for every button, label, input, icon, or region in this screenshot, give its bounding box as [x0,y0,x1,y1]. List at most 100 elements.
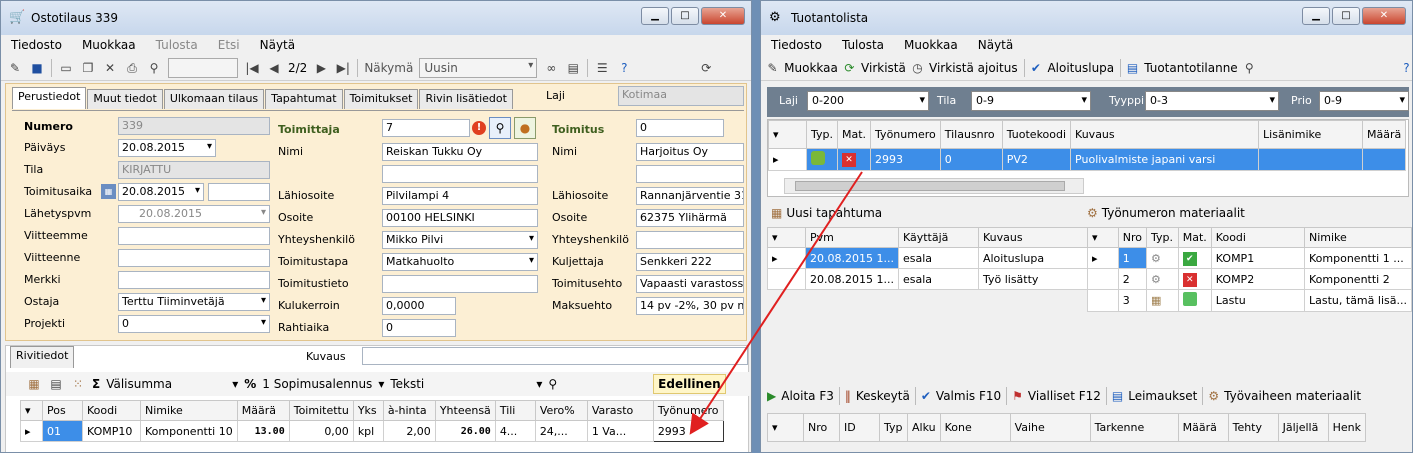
tuotantotilanne-button[interactable]: Tuotantotilanne [1144,61,1238,75]
virkista-button[interactable]: Virkistä [861,61,906,75]
help-icon[interactable]: ? [616,60,632,76]
table-row[interactable]: 2 ⚙ ✕ KOMP2 Komponentti 2 [1087,268,1412,290]
row-selector[interactable] [767,268,806,290]
supplier-osoite-field[interactable]: 00100 HELSINKI [382,209,538,227]
contact-icon[interactable]: ● [514,117,536,139]
row-selector[interactable]: ▸ [768,148,807,171]
col-henk[interactable]: Henk [1327,413,1366,442]
dropdown-icon[interactable]: ▾ [378,377,384,391]
table-row[interactable]: ▸ ✕ 2993 0 PV2 Puolivalmiste japani vars… [768,148,1407,171]
print-icon[interactable]: ⎙ [124,60,140,76]
cell-pos[interactable]: 01 [42,420,83,442]
supplier-nimi-field[interactable]: Reiskan Tukku Oy [382,143,538,161]
col-toimitettu[interactable]: Toimitettu [288,400,354,421]
toimitus-field[interactable]: 0 [636,119,724,137]
cell-kuvaus[interactable]: Työ lisätty [977,268,1093,290]
tab-rivin-lisatiedot[interactable]: Rivin lisätiedot [419,89,513,109]
edellinen-button[interactable]: Edellinen [653,374,726,394]
cell-nimike[interactable]: Komponentti 10 [140,420,238,442]
menu-tulosta[interactable]: Tulosta [156,38,198,52]
refresh-icon[interactable]: ⟳ [698,60,714,76]
table-row[interactable]: ▸ 1 ⚙ ✔ KOMP1 Komponentti 1 ... [1087,247,1412,269]
tyovaiheen-materiaalit-button[interactable]: Työvaiheen materiaalit [1224,389,1361,403]
menu-nayta[interactable]: Näytä [978,38,1014,52]
tab-ulkomaan-tilaus[interactable]: Ulkomaan tilaus [163,89,265,109]
table-row[interactable]: 3 ▦ Lastu Lastu, tämä lisä... [1087,289,1412,312]
toimittaja-field[interactable]: 7 [382,119,470,137]
col-lisanimike[interactable]: Lisänimike [1258,120,1364,149]
teksti-select[interactable]: Teksti [390,377,530,391]
projekti-select[interactable]: 0 [118,315,270,333]
aloita-button[interactable]: Aloita F3 [781,389,834,403]
filter-prio-select[interactable]: 0-9 [1319,91,1409,111]
cell-kuvaus[interactable]: Puolivalmiste japani varsi [1070,148,1260,171]
col-tyonumero[interactable]: Työnumero [652,400,724,421]
cell-nimike[interactable]: Komponentti 2 [1304,268,1412,290]
menu-tiedosto[interactable]: Tiedosto [771,38,822,52]
col-typ[interactable]: Typ. [1146,227,1179,248]
menu-nayta[interactable]: Näytä [260,38,296,52]
edit-icon[interactable]: ✎ [7,60,23,76]
maximize-button[interactable]: □ [1332,7,1360,25]
last-icon[interactable]: ▶| [335,60,351,76]
col-ahinta[interactable]: à-hinta [382,400,436,421]
maximize-button[interactable]: □ [671,7,699,25]
tab-toimitukset[interactable]: Toimitukset [343,89,419,109]
cell-koodi[interactable]: KOMP10 [82,420,141,442]
scrollbar-thumb[interactable] [795,181,1065,191]
ostaja-select[interactable]: Terttu Tiiminvetäjä [118,293,270,311]
cell-tilausnro[interactable]: 0 [939,148,1003,171]
cell-toimitettu[interactable]: 0,00 [288,420,354,442]
new-icon[interactable]: ▭ [58,60,74,76]
valisumma-select[interactable]: Välisumma [106,377,226,391]
row-selector[interactable]: ▸ [1087,247,1119,269]
col-kayttaja[interactable]: Käyttäjä [897,227,979,248]
table-row[interactable]: 20.08.2015 1... esala Työ lisätty [767,268,1093,290]
sopimus-select[interactable]: 1 Sopimusalennus [262,377,372,391]
dropdown-icon[interactable]: ▾ [232,377,238,391]
col-koodi[interactable]: Koodi [1210,227,1306,248]
cell-tyonumero[interactable]: 2993 [870,148,941,171]
prev-icon[interactable]: ◀ [266,60,282,76]
row-selector[interactable]: ▸ [20,420,43,442]
menu-etsi[interactable]: Etsi [218,38,240,52]
col-pos[interactable]: Pos [42,400,83,421]
kuljettaja-field[interactable]: Senkkeri 222 [636,253,744,271]
cell-vero[interactable]: 24,... [534,420,588,442]
muokkaa-button[interactable]: Muokkaa [784,61,838,75]
rows-icon[interactable]: ▦ [26,376,42,392]
cell-koodi[interactable]: KOMP2 [1210,268,1306,290]
cell-kayttaja[interactable]: esala [897,247,979,269]
row-selector-header[interactable]: ▾ [1087,227,1119,248]
cell-koodi[interactable]: Lastu [1210,289,1306,312]
minimize-button[interactable]: ▁ [1302,7,1330,25]
toimitustapa-select[interactable]: Matkahuolto [382,253,538,271]
col-nimike[interactable]: Nimike [140,400,238,421]
dropdown-icon[interactable]: ▾ [536,377,542,391]
supplier-yhteyshenkilo-select[interactable]: Mikko Pilvi [382,231,538,249]
col-mat[interactable]: Mat. [1177,227,1212,248]
uusi-tapahtuma-button[interactable]: Uusi tapahtuma [786,206,882,220]
tab-rivitiedot[interactable]: Rivitiedot [10,346,75,368]
laji-field[interactable]: Kotimaa [618,86,744,106]
cell-varasto[interactable]: 1 Va... [586,420,654,442]
aloituslupa-button[interactable]: Aloituslupa [1047,61,1114,75]
toimitustieto-field[interactable] [382,275,538,293]
rahtiaika-field[interactable]: 0 [382,319,456,337]
cell-yhteensa[interactable]: 26.00 [434,420,496,442]
row-selector-header[interactable]: ▾ [767,413,804,442]
filter-tyyppi-select[interactable]: 0-3 [1145,91,1279,111]
col-tili[interactable]: Tili [494,400,536,421]
col-maara[interactable]: Määrä [1177,413,1229,442]
link-icon[interactable]: ∞ [543,60,559,76]
binoculars-icon[interactable]: ⚲ [1244,60,1255,76]
filter-tila-select[interactable]: 0-9 [971,91,1091,111]
filter-laji-select[interactable]: 0-200 [807,91,929,111]
kuvaus-field[interactable] [362,347,748,365]
virkista-ajoitus-button[interactable]: Virkistä ajoitus [929,61,1018,75]
col-pvm[interactable]: Pvm [805,227,899,248]
merkki-field[interactable] [118,271,270,289]
next-icon[interactable]: ▶ [313,60,329,76]
row-selector-header[interactable]: ▾ [767,227,806,248]
delivery-osoite-field[interactable]: 62375 Ylihärmä [636,209,744,227]
